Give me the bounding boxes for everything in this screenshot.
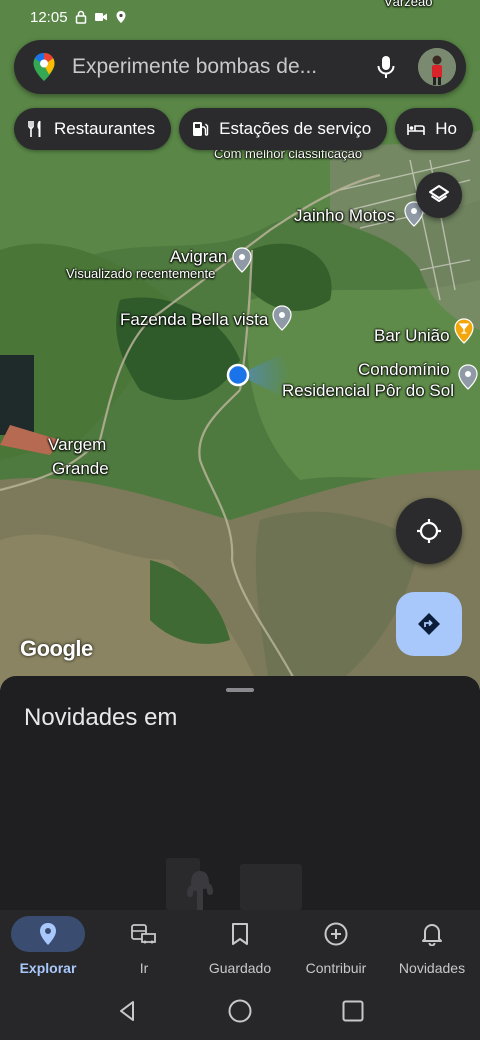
system-home-button[interactable] [220, 991, 260, 1031]
commute-icon [131, 924, 156, 944]
chip-label: Estações de serviço [219, 119, 372, 138]
my-location-dot [226, 363, 250, 387]
place-pin-icon[interactable] [458, 364, 478, 390]
map-label-avigran-sub: Visualizado recentemente [66, 266, 216, 281]
crosshair-location-icon [417, 519, 441, 543]
city-skyline-illustration [166, 858, 302, 910]
explore-pin-icon [40, 923, 56, 945]
nav-go[interactable]: Ir [96, 910, 192, 982]
sheet-title: Novidades em [24, 704, 178, 731]
map-label-condominio-2[interactable]: Residencial Pôr do Sol [282, 381, 454, 401]
nav-label: Guardado [208, 960, 272, 976]
map-label-condominio-1[interactable]: Condomínio [358, 360, 450, 380]
chip-hotels[interactable]: Ho [395, 108, 473, 150]
nav-label: Contribuir [305, 960, 367, 976]
map-label-jainho-motos[interactable]: Jainho Motos [294, 206, 395, 226]
map-label-fazenda[interactable]: Fazenda Bella vista [120, 310, 268, 330]
system-back-button[interactable] [107, 991, 147, 1031]
layers-icon [429, 185, 449, 202]
system-navigation-bar [0, 982, 480, 1040]
gas-station-icon [193, 122, 209, 136]
directions-button[interactable] [396, 592, 462, 656]
status-time: 12:05 [30, 8, 68, 26]
add-circle-icon [324, 922, 348, 946]
fork-knife-icon [28, 121, 41, 137]
nav-updates[interactable]: Novidades [384, 910, 480, 982]
nav-label: Explorar [19, 960, 77, 976]
my-location-button[interactable] [396, 498, 462, 564]
chip-label: Restaurantes [54, 119, 156, 138]
category-chips: Restaurantes Estações de serviço Ho [14, 108, 473, 150]
chip-gas-stations[interactable]: Estações de serviço [179, 108, 388, 150]
status-bar: 12:05 [0, 0, 480, 34]
place-pin-icon[interactable] [232, 247, 252, 273]
nav-explore-pill[interactable] [11, 916, 85, 952]
chip-restaurants[interactable]: Restaurantes [14, 108, 172, 150]
microphone-icon [377, 56, 395, 78]
voice-search-button[interactable] [366, 47, 406, 87]
google-maps-logo-icon [33, 53, 55, 81]
map-label-avigran[interactable]: Avigran [170, 247, 227, 267]
map-label-vargem-1[interactable]: Vargem [48, 435, 106, 455]
bookmark-icon [232, 923, 248, 945]
map-label-bar-uniao[interactable]: Bar União [374, 326, 450, 346]
map-view[interactable]: Várzeão Com melhor classificação Jainho … [0, 0, 480, 690]
recents-square-icon [342, 1000, 364, 1022]
nav-explore[interactable]: Explorar [0, 910, 96, 982]
account-avatar[interactable] [418, 48, 456, 86]
video-call-icon [94, 13, 107, 21]
directions-diamond-icon [418, 613, 440, 635]
search-input[interactable]: Experimente bombas de... [72, 55, 366, 79]
bell-icon [422, 924, 442, 946]
nav-contribute[interactable]: Contribuir [288, 910, 384, 982]
place-pin-icon[interactable] [272, 305, 292, 331]
system-recents-button[interactable] [333, 991, 373, 1031]
map-label-vargem-2[interactable]: Grande [52, 459, 109, 479]
home-circle-icon [228, 999, 252, 1023]
layers-button[interactable] [416, 172, 462, 218]
location-status-icon [116, 11, 126, 23]
bar-pin-icon[interactable] [454, 318, 474, 344]
back-triangle-icon [119, 1001, 134, 1021]
bottom-navigation: Explorar Ir Guardado Contribuir Novidade… [0, 910, 480, 982]
hotel-bed-icon [407, 124, 426, 135]
google-watermark: Google [20, 636, 93, 661]
nav-saved[interactable]: Guardado [192, 910, 288, 982]
nav-label: Novidades [398, 960, 466, 976]
search-bar[interactable]: Experimente bombas de... [14, 40, 466, 94]
explore-sheet[interactable]: Novidades em [0, 676, 480, 910]
chip-label: Ho [435, 119, 457, 138]
avatar-photo [418, 48, 456, 86]
sheet-drag-handle[interactable] [226, 688, 254, 692]
lock-icon [75, 10, 86, 24]
nav-label: Ir [139, 960, 149, 976]
